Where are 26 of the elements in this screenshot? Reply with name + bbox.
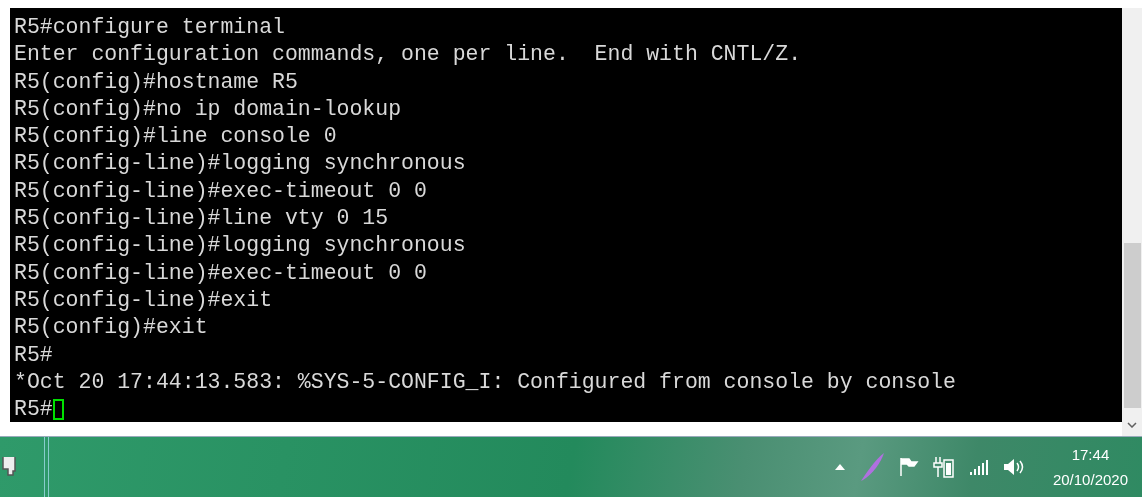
terminal-line: R5(config-line)#line vty 0 15 [14,205,390,233]
terminal-line: R5(config-line)#logging synchronous [14,150,467,178]
usb-icon[interactable] [2,456,16,478]
terminal-line: R5(config-line)#exit [14,286,274,314]
terminal-line: R5(config-line)#exec-timeout 0 0 [14,177,428,205]
signal-icon[interactable] [968,459,989,475]
scrollbar[interactable] [1122,8,1142,436]
terminal-line: R5(config)#line console 0 [14,123,338,151]
terminal-line: R5(config-line)#exec-timeout 0 0 [14,259,428,287]
text-cursor [52,399,64,421]
speaker-icon[interactable] [1002,457,1025,477]
show-hidden-icons-icon[interactable] [834,464,845,470]
terminal-line: R5#configure terminal [14,14,286,41]
clock-time: 17:44 [1070,445,1111,465]
terminal-line: R5(config)#no ip domain-lookup [14,95,403,123]
clock[interactable]: 17:44 20/10/2020 [1038,442,1142,492]
terminal-prompt: R5# [14,396,53,422]
flag-icon[interactable] [898,457,919,477]
terminal-line: R5(config-line)#logging synchronous [14,232,467,260]
terminal-line: R5(config)#exit [14,314,209,342]
power-icon[interactable] [932,456,955,478]
terminal-line: Enter configuration commands, one per line. End with CNTL/Z. [14,41,803,69]
terminal-line: R5# [14,341,54,369]
terminal-line: *Oct 20 17:44:13.583: %SYS-5-CONFIG_I: Configured from console by console [14,368,957,396]
terminal-line: R5(config)#hostname R5 [14,68,299,96]
clock-date: 20/10/2020 [1052,470,1128,490]
